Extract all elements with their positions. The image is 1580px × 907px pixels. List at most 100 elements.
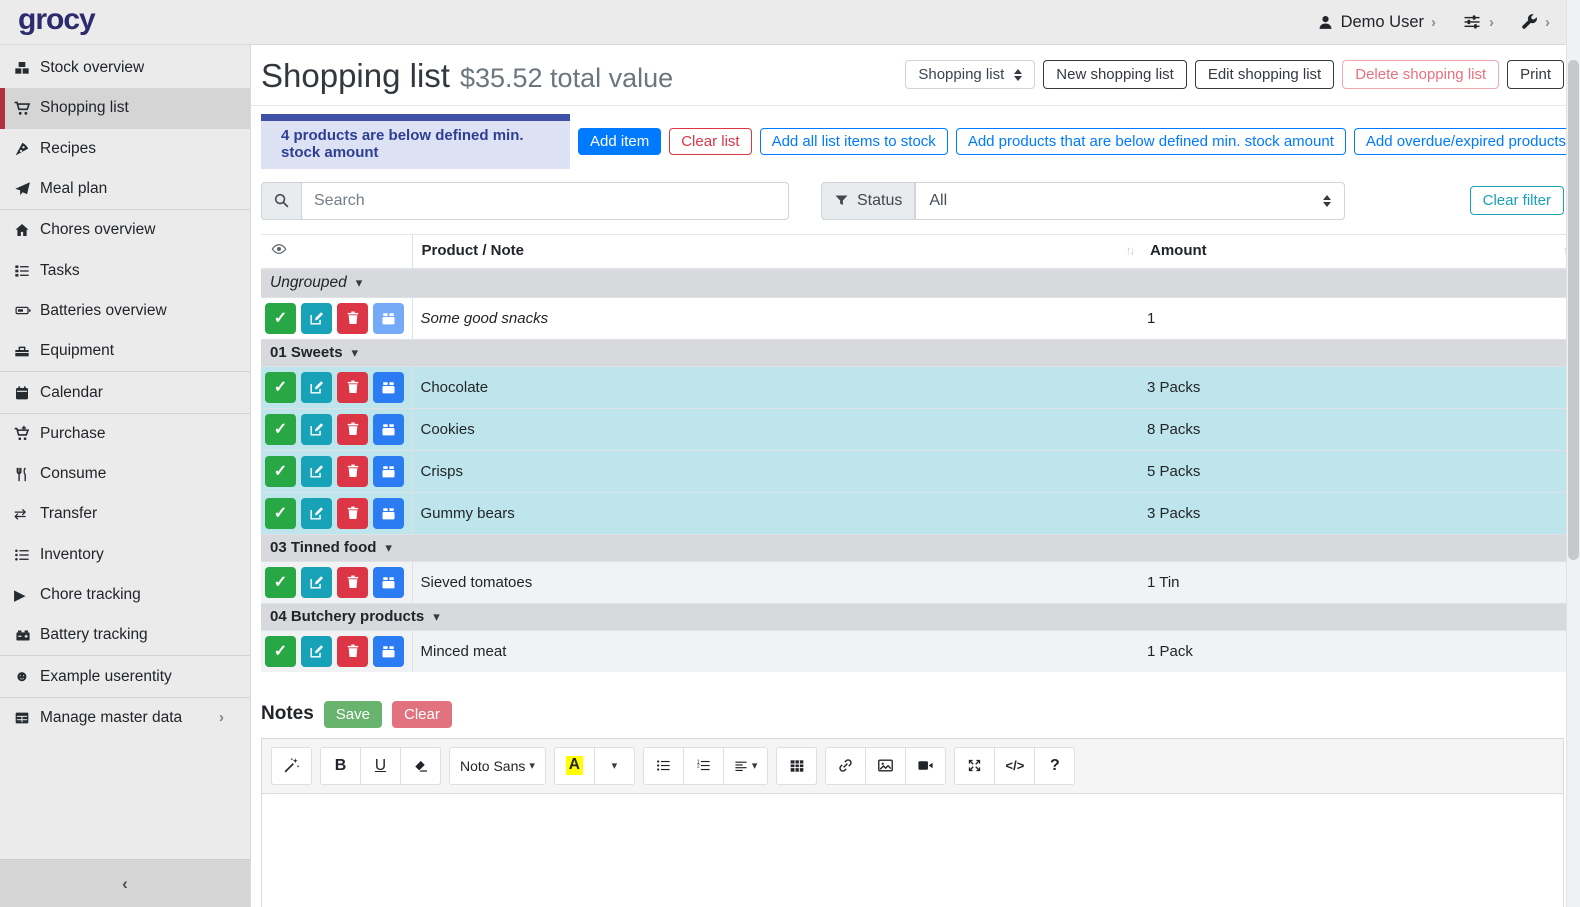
search-input[interactable] xyxy=(302,182,789,220)
product-group-header[interactable]: Ungrouped▾ xyxy=(261,269,1578,298)
sidebar-item-battery-tracking[interactable]: Battery tracking xyxy=(0,615,250,655)
sidebar-item-chores-overview[interactable]: Chores overview xyxy=(0,210,250,250)
edit-shopping-list-button[interactable]: Edit shopping list xyxy=(1195,60,1334,89)
delete-shopping-list-button[interactable]: Delete shopping list xyxy=(1342,60,1499,89)
sidebar-item-batteries-overview[interactable]: Batteries overview xyxy=(0,291,250,331)
product-group-header[interactable]: 04 Butchery products▾ xyxy=(261,603,1578,630)
product-overview-button[interactable] xyxy=(373,636,404,667)
sidebar-item-calendar[interactable]: Calendar xyxy=(0,372,250,412)
delete-item-button[interactable] xyxy=(337,567,368,598)
save-notes-button[interactable]: Save xyxy=(324,701,382,728)
caret-down-button[interactable]: ▾ xyxy=(594,747,635,785)
sidebar-item-chore-tracking[interactable]: ▶Chore tracking xyxy=(0,575,250,615)
delete-item-button[interactable] xyxy=(337,414,368,445)
edit-item-button[interactable] xyxy=(301,636,332,667)
clear-list-button[interactable]: Clear list xyxy=(669,128,751,155)
product-overview-button[interactable] xyxy=(373,567,404,598)
edit-item-button[interactable] xyxy=(301,303,332,334)
sidebar-item-consume[interactable]: Consume xyxy=(0,454,250,494)
done-button[interactable]: ✓ xyxy=(265,372,296,403)
table-grid-button[interactable] xyxy=(776,747,817,785)
list-ul-button[interactable] xyxy=(643,747,684,785)
done-button[interactable]: ✓ xyxy=(265,636,296,667)
list-ol-button[interactable]: 12 xyxy=(683,747,724,785)
user-menu[interactable]: Demo User › xyxy=(1317,13,1436,32)
shopping-list-row: ✓Chocolate3 Packs xyxy=(261,366,1578,408)
image-button[interactable] xyxy=(865,747,906,785)
fullscreen-button[interactable] xyxy=(954,747,995,785)
done-button[interactable]: ✓ xyxy=(265,414,296,445)
amount-column-header[interactable]: Amount↑↓ xyxy=(1141,234,1578,269)
caret-down-icon: ▾ xyxy=(385,540,392,555)
sidebar-item-equipment[interactable]: Equipment xyxy=(0,331,250,371)
visibility-column-header[interactable] xyxy=(261,234,412,269)
font-name: Noto Sans xyxy=(460,758,525,774)
delete-item-button[interactable] xyxy=(337,498,368,529)
amount-value: 5 Packs xyxy=(1141,450,1578,492)
delete-item-button[interactable] xyxy=(337,372,368,403)
edit-item-button[interactable] xyxy=(301,414,332,445)
product-column-header[interactable]: Product / Note↑↓ xyxy=(412,234,1141,269)
paragraph-button[interactable]: ▾ xyxy=(723,747,769,785)
sidebar-item-example-userentity[interactable]: ☻Example userentity xyxy=(0,656,250,696)
clear-filter-button[interactable]: Clear filter xyxy=(1470,186,1564,215)
sidebar: Stock overviewShopping listRecipesMeal p… xyxy=(0,45,251,907)
sidebar-item-recipes[interactable]: Recipes xyxy=(0,129,250,169)
help-button[interactable]: ? xyxy=(1034,747,1075,785)
sidebar-item-transfer[interactable]: ⇄Transfer xyxy=(0,494,250,534)
sidebar-item-purchase[interactable]: Purchase xyxy=(0,414,250,454)
sidebar-item-shopping-list[interactable]: Shopping list xyxy=(0,88,250,128)
code-button[interactable]: </> xyxy=(994,747,1035,785)
bold-button[interactable]: B xyxy=(320,747,361,785)
edit-item-button[interactable] xyxy=(301,456,332,487)
add-item-button[interactable]: Add item xyxy=(578,128,661,155)
add-below-min-button[interactable]: Add products that are below defined min.… xyxy=(956,128,1346,155)
add-all-to-stock-button[interactable]: Add all list items to stock xyxy=(760,128,948,155)
done-button[interactable]: ✓ xyxy=(265,303,296,334)
sort-icon: ↑↓ xyxy=(1126,245,1133,257)
scrollbar-thumb[interactable] xyxy=(1568,60,1579,560)
sidebar-item-tasks[interactable]: Tasks xyxy=(0,250,250,290)
product-overview-button[interactable] xyxy=(373,498,404,529)
delete-item-button[interactable] xyxy=(337,456,368,487)
magic-wand-button[interactable] xyxy=(271,747,312,785)
settings-menu[interactable]: › xyxy=(1462,13,1494,31)
done-button[interactable]: ✓ xyxy=(265,567,296,598)
add-overdue-button[interactable]: Add overdue/expired products xyxy=(1354,128,1578,155)
edit-item-button[interactable] xyxy=(301,567,332,598)
product-overview-button[interactable] xyxy=(373,372,404,403)
status-filter-select[interactable]: All xyxy=(915,182,1345,220)
done-button[interactable]: ✓ xyxy=(265,456,296,487)
font-family-select[interactable]: Noto Sans▾ xyxy=(449,747,546,785)
shopping-list-select[interactable]: Shopping list xyxy=(905,60,1035,89)
product-overview-button[interactable] xyxy=(373,303,404,334)
new-shopping-list-button[interactable]: New shopping list xyxy=(1043,60,1187,89)
video-button[interactable] xyxy=(905,747,946,785)
clear-notes-button[interactable]: Clear xyxy=(392,701,452,728)
admin-menu[interactable]: › xyxy=(1520,13,1550,31)
sidebar-item-manage-master-data[interactable]: Manage master data› xyxy=(0,698,250,738)
underline-button[interactable]: U xyxy=(360,747,401,785)
box-icon xyxy=(380,421,397,438)
sidebar-item-meal-plan[interactable]: Meal plan xyxy=(0,169,250,209)
link-button[interactable] xyxy=(825,747,866,785)
product-group-header[interactable]: 03 Tinned food▾ xyxy=(261,534,1578,561)
product-overview-button[interactable] xyxy=(373,456,404,487)
edit-item-button[interactable] xyxy=(301,372,332,403)
sidebar-item-stock-overview[interactable]: Stock overview xyxy=(0,48,250,88)
product-group-header[interactable]: 01 Sweets▾ xyxy=(261,339,1578,366)
edit-item-button[interactable] xyxy=(301,498,332,529)
eraser-button[interactable] xyxy=(400,747,441,785)
product-overview-button[interactable] xyxy=(373,414,404,445)
font-color-button[interactable]: A xyxy=(554,747,595,785)
print-button[interactable]: Print xyxy=(1507,60,1564,89)
editor-content[interactable] xyxy=(262,794,1563,907)
done-button[interactable]: ✓ xyxy=(265,498,296,529)
sidebar-item-inventory[interactable]: Inventory xyxy=(0,535,250,575)
delete-item-button[interactable] xyxy=(337,636,368,667)
delete-item-button[interactable] xyxy=(337,303,368,334)
sidebar-collapse-button[interactable]: ‹ xyxy=(0,859,250,907)
below-min-stock-banner[interactable]: 4 products are below defined min. stock … xyxy=(261,114,570,169)
select-caret-icon xyxy=(1323,195,1331,207)
page-scrollbar[interactable] xyxy=(1566,0,1580,907)
